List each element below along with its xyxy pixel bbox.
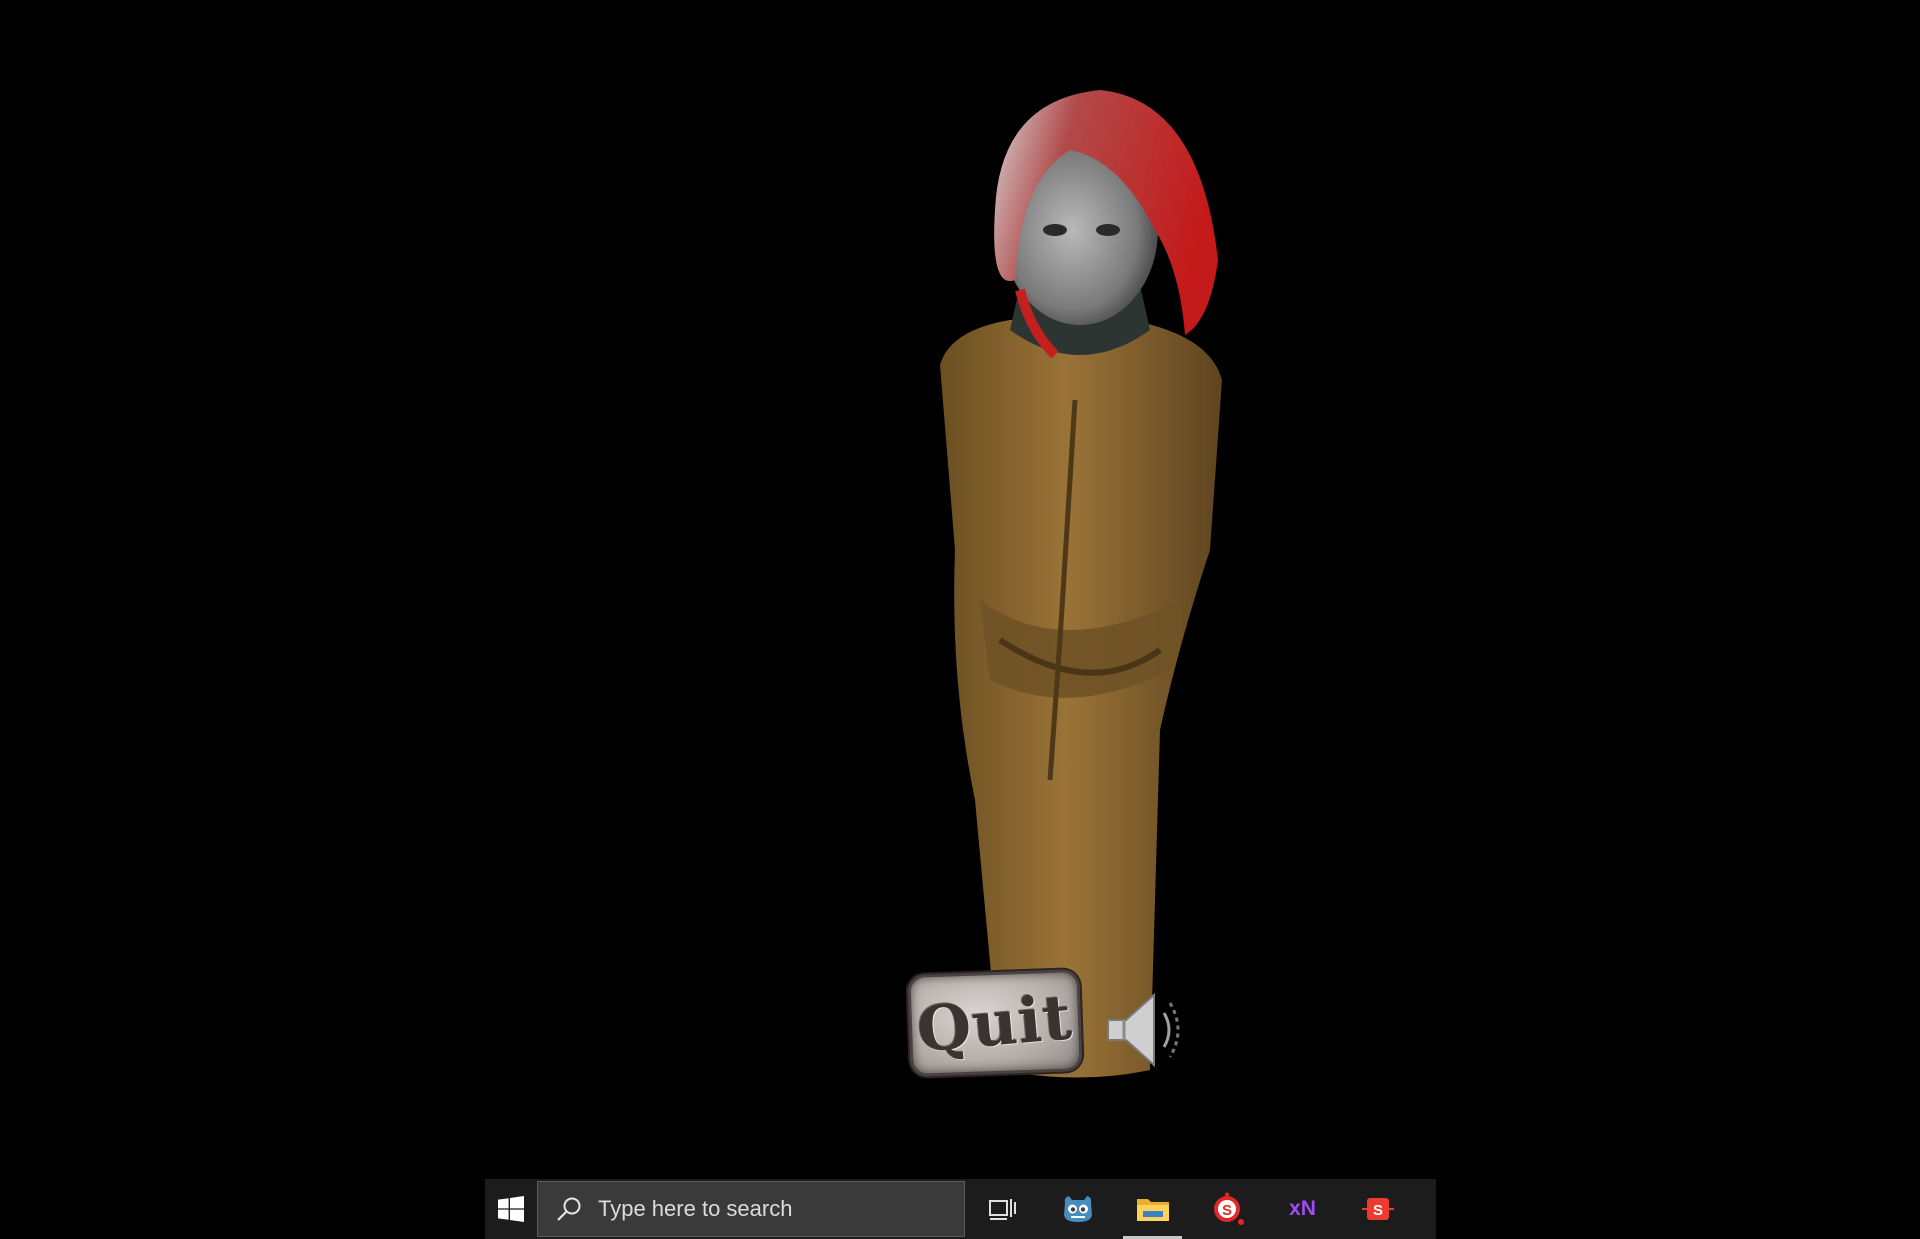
game-screen: Quit Type here to search S xN S [0,0,1920,1239]
straitjacket-character [880,80,1240,1100]
taskbar-app-xnormal[interactable]: xN [1265,1179,1340,1239]
quit-button[interactable]: Quit [910,972,1080,1074]
substance-painter-icon: S [1213,1192,1244,1225]
task-view-button[interactable] [965,1179,1040,1239]
search-placeholder: Type here to search [598,1196,793,1221]
sound-toggle-button[interactable] [1102,985,1182,1075]
svg-text:S: S [1372,1202,1382,1219]
task-view-icon [988,1199,1016,1220]
folder-icon [1136,1199,1169,1221]
search-icon [554,1194,584,1224]
xnormal-icon: xN [1289,1197,1316,1220]
taskbar-app-substance-alt[interactable]: S [1340,1179,1415,1239]
windows-logo-icon [498,1196,524,1222]
taskbar-search-box[interactable]: Type here to search [537,1181,965,1237]
svg-text:S: S [1221,1202,1231,1219]
quit-button-label: Quit [914,979,1076,1067]
start-button[interactable] [485,1179,537,1239]
speaker-icon [1107,992,1180,1068]
substance-designer-icon: S [1361,1198,1394,1220]
taskbar-app-file-explorer[interactable] [1115,1179,1190,1239]
taskbar-app-substance[interactable]: S [1190,1179,1265,1239]
taskbar-app-godot[interactable] [1040,1179,1115,1239]
taskbar: Type here to search S xN S [485,1179,1436,1239]
godot-icon [1063,1196,1092,1222]
